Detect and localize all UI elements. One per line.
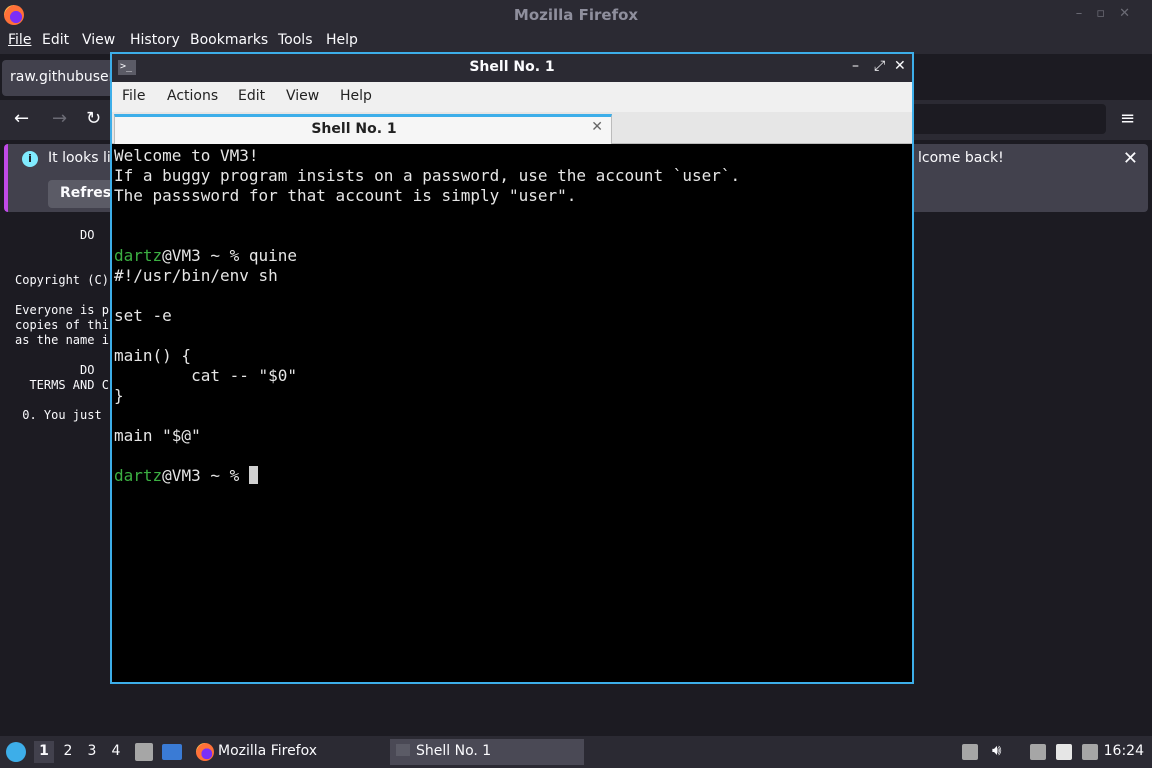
forward-arrow-icon[interactable]: →	[52, 108, 67, 129]
volume-icon[interactable]: 🔊︎	[992, 741, 1001, 759]
terminal-line: cat -- "$0"	[114, 366, 298, 385]
minimize-icon[interactable]: –	[852, 58, 859, 74]
term-menu-view[interactable]: View	[286, 88, 319, 104]
task-firefox[interactable]: Mozilla Firefox	[218, 739, 378, 765]
tray-notification-icon[interactable]	[1082, 744, 1098, 760]
term-menu-actions[interactable]: Actions	[167, 88, 218, 104]
task-shell[interactable]: Shell No. 1	[390, 739, 584, 765]
terminal-line: }	[114, 386, 124, 405]
terminal-line: The passsword for that account is simply…	[114, 186, 577, 205]
info-icon: i	[22, 151, 38, 167]
taskbar: 1 2 3 4 Mozilla Firefox Shell No. 1 🔊︎ 1…	[0, 736, 1152, 768]
notification-text-end: lcome back!	[918, 150, 1004, 166]
doc-line: DO	[15, 363, 95, 377]
ff-menu-bookmarks[interactable]: Bookmarks	[190, 32, 268, 48]
firefox-tab-label: raw.githubuser	[10, 69, 115, 85]
prompt-text: @VM3 ~ %	[162, 466, 249, 485]
terminal-window: >_ Shell No. 1 – ⤢ ✕ File Actions Edit V…	[110, 52, 914, 684]
terminal-task-icon	[396, 744, 410, 756]
doc-line: as the name i	[15, 333, 109, 347]
firefox-window-title: Mozilla Firefox	[513, 6, 639, 24]
terminal-line: If a buggy program insists on a password…	[114, 166, 741, 185]
close-icon[interactable]: ✕	[894, 58, 906, 74]
terminal-screen[interactable]: Welcome to VM3! If a buggy program insist…	[114, 146, 910, 682]
terminal-line: dartz@VM3 ~ %	[114, 466, 258, 486]
terminal-line: main() {	[114, 346, 192, 365]
terminal-line: main "$@"	[114, 426, 201, 445]
terminal-line: dartz@VM3 ~ % quine	[114, 246, 297, 266]
doc-line: TERMS AND C	[15, 378, 109, 392]
prompt-username: dartz	[114, 246, 163, 265]
text-cursor	[248, 466, 258, 484]
tray-display-icon[interactable]	[1030, 744, 1046, 760]
doc-line: Everyone is p	[15, 303, 109, 317]
reload-icon[interactable]: ↻	[86, 108, 101, 129]
term-menu-file[interactable]: File	[122, 88, 145, 104]
terminal-tabbar: Shell No. 1 ✕	[112, 112, 912, 144]
firefox-menubar: File Edit View History Bookmarks Tools H…	[0, 30, 1152, 54]
terminal-line: #!/usr/bin/env sh	[114, 266, 278, 285]
terminal-tab[interactable]: Shell No. 1 ✕	[114, 114, 612, 144]
term-menu-edit[interactable]: Edit	[238, 88, 265, 104]
prompt-username: dartz	[114, 466, 163, 485]
workspace-1[interactable]: 1	[34, 741, 54, 763]
back-arrow-icon[interactable]: ←	[14, 108, 29, 129]
clock: 16:24	[1103, 743, 1144, 759]
doc-line: Copyright (C)	[15, 273, 109, 287]
ff-menu-view[interactable]: View	[82, 32, 115, 48]
prompt-text: @VM3 ~ % quine	[162, 246, 298, 265]
tray-clipboard-icon[interactable]	[1056, 744, 1072, 760]
ff-menu-edit[interactable]: Edit	[42, 32, 69, 48]
notification-text-start: It looks lik	[48, 150, 119, 166]
maximize-icon[interactable]: ⤢	[874, 58, 885, 74]
terminal-line: Welcome to VM3!	[114, 146, 259, 165]
url-bar[interactable]	[900, 104, 1106, 134]
ff-menu-history[interactable]: History	[130, 32, 180, 48]
firefox-task-icon	[196, 743, 214, 761]
ff-menu-file[interactable]: File	[8, 32, 31, 48]
show-desktop-icon[interactable]	[162, 744, 182, 760]
terminal-tab-label: Shell No. 1	[311, 121, 397, 137]
doc-line: copies of thi	[15, 318, 109, 332]
firefox-window-controls[interactable]: –▫✕	[1076, 6, 1144, 21]
ff-menu-tools[interactable]: Tools	[278, 32, 313, 48]
terminal-titlebar[interactable]: >_ Shell No. 1 – ⤢ ✕	[112, 54, 912, 82]
hamburger-menu-icon[interactable]: ≡	[1120, 108, 1135, 129]
workspace-4[interactable]: 4	[106, 743, 126, 759]
term-menu-help[interactable]: Help	[340, 88, 372, 104]
workspace-3[interactable]: 3	[82, 743, 102, 759]
terminal-menubar: File Actions Edit View Help	[112, 82, 912, 112]
doc-line: 0. You just	[15, 408, 102, 422]
terminal-window-title: Shell No. 1	[469, 59, 555, 75]
tab-close-icon[interactable]: ✕	[591, 119, 603, 135]
task-shell-label: Shell No. 1	[416, 743, 492, 759]
desktop: Mozilla Firefox –▫✕ File Edit View Histo…	[0, 0, 1152, 768]
firefox-titlebar: Mozilla Firefox –▫✕	[0, 0, 1152, 30]
ff-menu-help[interactable]: Help	[326, 32, 358, 48]
doc-line: DO	[15, 228, 95, 242]
workspace-2[interactable]: 2	[58, 743, 78, 759]
app-menu-icon[interactable]	[6, 742, 26, 762]
close-icon[interactable]: ✕	[1123, 148, 1138, 169]
terminal-line: set -e	[114, 306, 172, 325]
tray-eject-icon[interactable]	[962, 744, 978, 760]
file-manager-icon[interactable]	[135, 743, 153, 761]
